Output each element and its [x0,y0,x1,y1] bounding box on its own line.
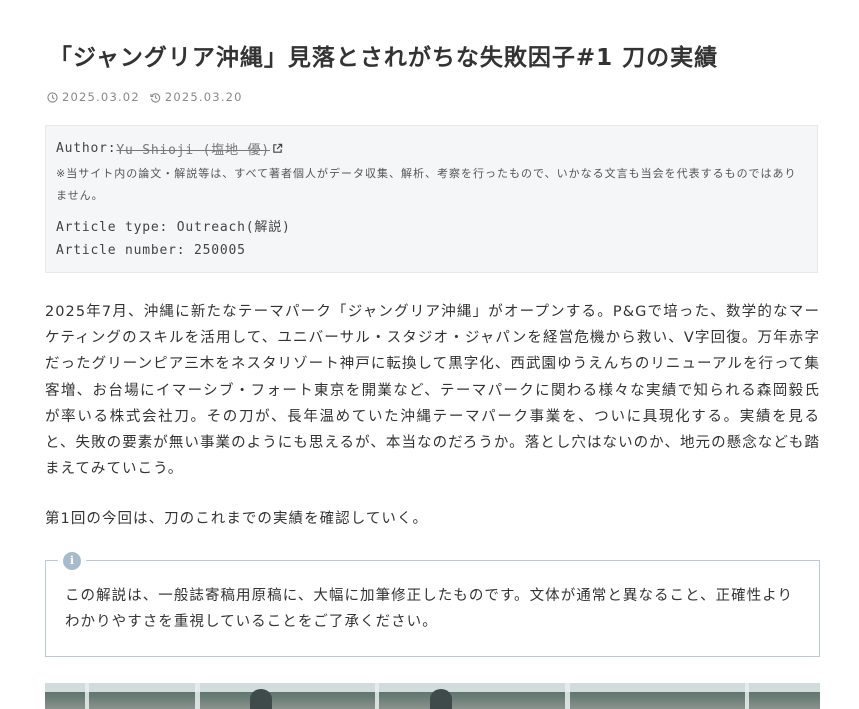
updated-date: 2025.03.20 [150,90,243,104]
author-line: Author: Yu Shioji (塩地 優) [56,139,283,158]
article-info-box: Author: Yu Shioji (塩地 優) ※当サイト内の論文・解説等は、… [45,125,818,273]
lead-paragraph: 第1回の今回は、刀のこれまでの実績を確認していく。 [45,511,429,527]
updated-date-text: 2025.03.20 [164,90,243,104]
author-label: Author: [56,141,117,156]
author-link[interactable]: Yu Shioji (塩地 優) [116,139,270,158]
post-dates: 2025.03.02 2025.03.20 [47,90,253,104]
published-date: 2025.03.02 [47,90,140,104]
article-hero-image [45,683,820,709]
clock-icon [47,91,58,103]
notice-box: i この解説は、一般誌寄稿用原稿に、大幅に加筆修正したものです。文体が通常と異な… [45,551,820,657]
info-icon: i [58,551,86,571]
history-icon [150,92,161,103]
article-number: Article number: 250005 [56,243,246,258]
page-title: 「ジャングリア沖縄」見落とされがちな失敗因子#1 刀の実績 [49,45,719,71]
notice-text: この解説は、一般誌寄稿用原稿に、大幅に加筆修正したものです。文体が通常と異なるこ… [65,588,794,630]
disclaimer-text: ※当サイト内の論文・解説等は、すべて著者個人がデータ収集、解析、考察を行ったもの… [56,167,797,202]
article-type: Article type: Outreach(解説) [56,220,291,235]
published-date-text: 2025.03.02 [62,90,140,104]
external-link-icon[interactable] [272,143,283,154]
intro-paragraph: 2025年7月、沖縄に新たなテーマパーク「ジャングリア沖縄」がオープンする。P&… [45,304,820,478]
